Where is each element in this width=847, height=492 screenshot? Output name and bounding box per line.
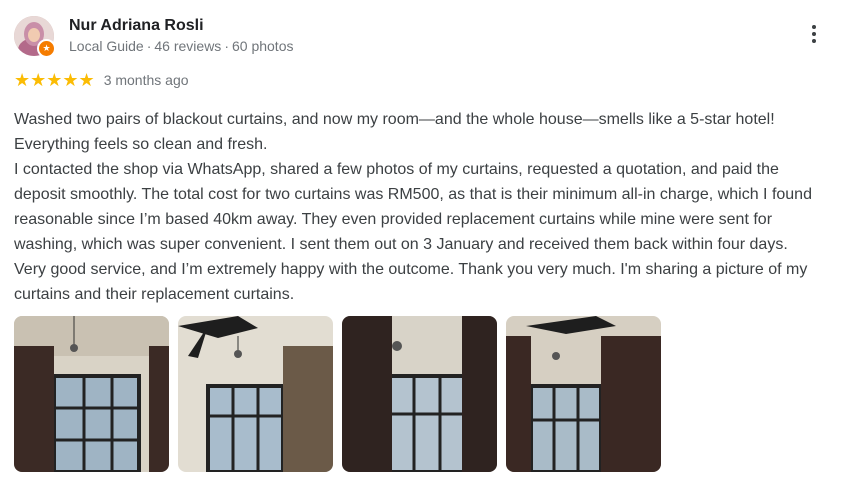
- review-count: 46 reviews: [154, 38, 222, 54]
- review-photo[interactable]: [342, 316, 497, 472]
- review-photos: [14, 316, 661, 472]
- meta-separator: ·: [146, 38, 152, 54]
- review-photo[interactable]: [506, 316, 661, 472]
- meta-separator: ·: [224, 38, 229, 54]
- reviewer-meta: Local Guide · 46 reviews · 60 photos: [69, 38, 293, 54]
- review-photo[interactable]: [14, 316, 169, 472]
- review-photo[interactable]: [178, 316, 333, 472]
- local-guide-star-icon: ★: [37, 39, 56, 58]
- photo-count: 60 photos: [231, 38, 294, 54]
- more-vert-icon[interactable]: [801, 25, 827, 51]
- review-paragraph: Washed two pairs of blackout curtains, a…: [14, 111, 775, 153]
- rating-row: ★★★★★ 3 months ago: [14, 70, 189, 90]
- reviewer-avatar[interactable]: ★: [14, 16, 56, 58]
- review-text: Washed two pairs of blackout curtains, a…: [14, 107, 814, 307]
- review-paragraph: I contacted the shop via WhatsApp, share…: [14, 161, 812, 303]
- star-rating: ★★★★★: [14, 69, 95, 90]
- reviewer-name[interactable]: Nur Adriana Rosli: [69, 17, 204, 35]
- review-date: 3 months ago: [103, 72, 189, 88]
- local-guide-label: Local Guide: [69, 38, 144, 54]
